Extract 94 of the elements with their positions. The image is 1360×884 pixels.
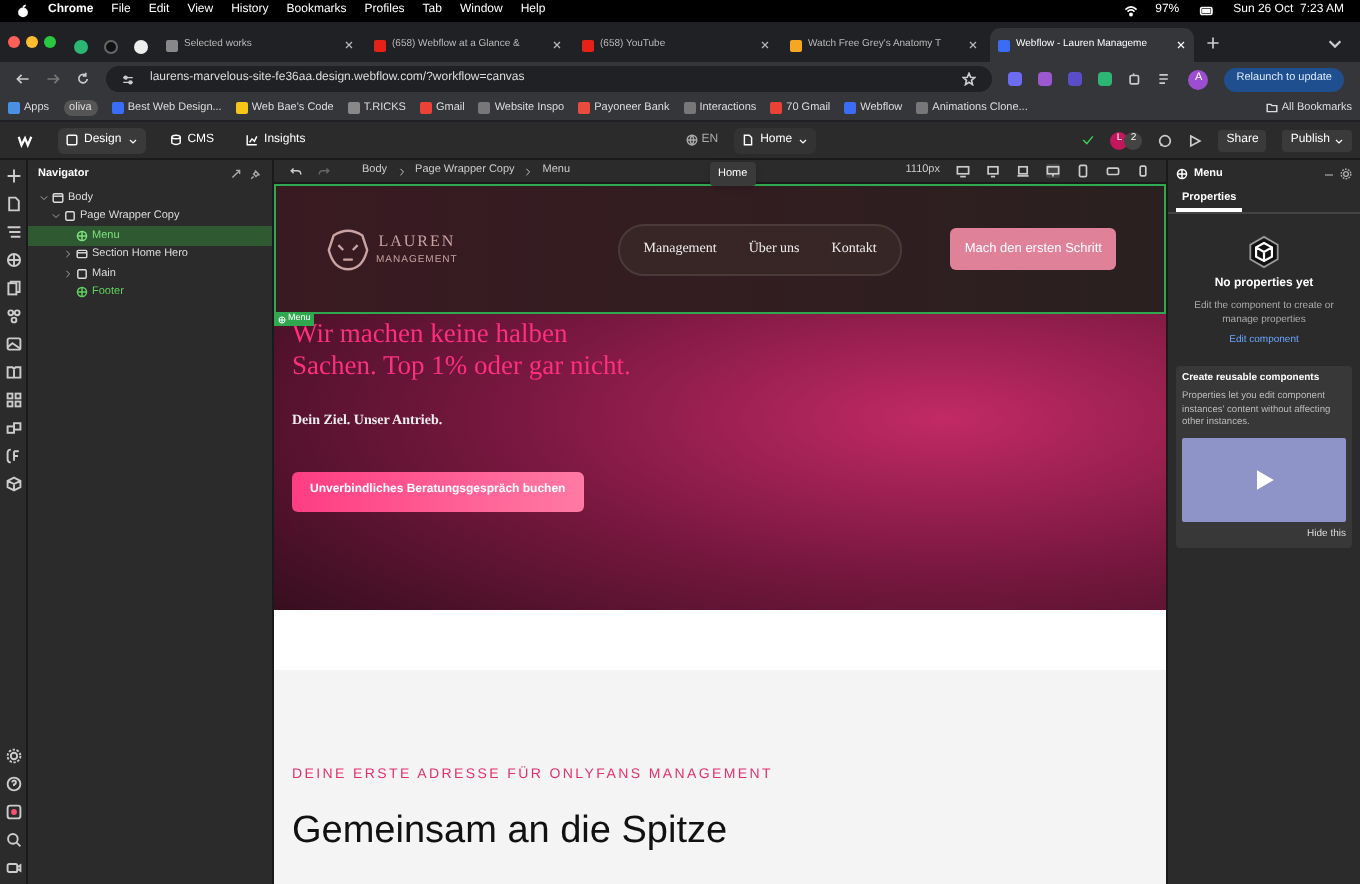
new-tab-icon[interactable] [1206, 35, 1220, 49]
desktop-large-icon[interactable] [956, 164, 970, 178]
image-icon[interactable] [5, 336, 21, 352]
tablet-icon[interactable] [1076, 164, 1090, 178]
box-icon[interactable] [5, 476, 21, 492]
caret-right-icon[interactable] [64, 269, 72, 278]
bookmark-favicon [347, 102, 360, 114]
chevron-down-icon [127, 135, 138, 145]
close-icon[interactable] [344, 40, 354, 50]
function-icon[interactable] [5, 448, 21, 464]
apple-logo-icon[interactable] [16, 4, 30, 18]
close-window-button[interactable] [8, 36, 20, 48]
site-favicon [166, 39, 178, 51]
element-box-icon [52, 191, 64, 204]
desktop-base-icon[interactable] [1046, 164, 1060, 178]
component-icon [76, 286, 88, 299]
video-icon[interactable] [5, 860, 21, 876]
grid-icon[interactable] [5, 392, 21, 408]
close-icon[interactable] [552, 40, 562, 50]
minus-icon[interactable] [1324, 169, 1334, 179]
chart-icon [246, 134, 259, 146]
pin-icon[interactable] [250, 168, 262, 180]
design-icon [66, 134, 78, 146]
bookmark-favicon [683, 102, 696, 114]
bookmark-favicon [8, 102, 20, 114]
site-favicon [998, 39, 1010, 51]
section-icon [76, 248, 88, 261]
site-favicon [582, 39, 594, 51]
star-icon[interactable] [962, 72, 977, 86]
cubes-icon[interactable] [5, 420, 21, 436]
variables-icon[interactable] [5, 280, 21, 296]
media-controls-icon[interactable] [1158, 72, 1173, 86]
element-box-icon [64, 210, 76, 223]
component-icon [1176, 168, 1188, 180]
site-favicon [790, 39, 802, 51]
preview-icon[interactable] [1188, 133, 1203, 147]
bookmark-favicon [844, 102, 857, 114]
bookmark-favicon [578, 102, 591, 114]
chevron-down-icon [798, 135, 809, 145]
bookmark-favicon [111, 102, 124, 114]
add-icon[interactable] [5, 168, 21, 184]
components-icon[interactable] [5, 252, 21, 268]
element-box-icon [76, 267, 88, 280]
site-favicon [134, 39, 148, 53]
bookmark-favicon [419, 102, 432, 114]
comment-icon[interactable] [1158, 133, 1173, 147]
chevron-down-icon [1334, 135, 1344, 145]
phone-landscape-icon[interactable] [1106, 164, 1120, 178]
book-icon[interactable] [5, 364, 21, 380]
folder-icon [1265, 102, 1278, 114]
undo-icon[interactable] [290, 165, 302, 177]
webflow-logo-icon[interactable] [16, 133, 34, 147]
section-title: Gemeinsam an die Spitze [292, 807, 730, 855]
record-icon[interactable] [5, 804, 21, 820]
site-favicon [374, 39, 386, 51]
site-settings-icon[interactable] [122, 73, 134, 85]
caret-right-icon[interactable] [64, 250, 72, 259]
logo-text: LAUREN [378, 229, 456, 254]
component-icon [278, 315, 286, 323]
database-icon [169, 134, 182, 146]
bookmark-favicon [916, 102, 929, 114]
bookmark-favicon [235, 102, 248, 114]
settings-icon[interactable] [1340, 168, 1352, 180]
bookmark-favicon [478, 102, 491, 114]
component-icon [76, 229, 88, 242]
wifi-icon[interactable] [1123, 4, 1138, 18]
page-icon [742, 134, 755, 146]
site-favicon [74, 39, 88, 53]
minimize-window-button[interactable] [26, 36, 38, 48]
collapse-icon[interactable] [230, 168, 242, 180]
laptop-icon[interactable] [1016, 164, 1030, 178]
back-icon[interactable] [16, 72, 30, 86]
close-icon[interactable] [968, 40, 978, 50]
zoom-window-button[interactable] [44, 36, 56, 48]
help-icon[interactable] [5, 776, 21, 792]
navigator-icon[interactable] [5, 224, 21, 240]
search-icon[interactable] [5, 832, 21, 848]
bookmark-favicon [770, 102, 783, 114]
cube-icon [1246, 234, 1282, 270]
close-icon[interactable] [760, 40, 770, 50]
check-icon [1082, 134, 1095, 146]
forward-icon[interactable] [46, 72, 60, 86]
site-favicon [104, 39, 118, 53]
style-icon[interactable] [5, 308, 21, 324]
extensions-icon[interactable] [1128, 72, 1143, 86]
redo-icon[interactable] [318, 165, 330, 177]
page-icon[interactable] [5, 196, 21, 212]
battery-icon[interactable] [1197, 4, 1216, 18]
desktop-icon[interactable] [986, 164, 1000, 178]
settings-icon[interactable] [5, 748, 21, 764]
reload-icon[interactable] [76, 72, 90, 86]
globe-icon [685, 134, 698, 146]
video-thumbnail[interactable] [1182, 437, 1346, 521]
phone-icon[interactable] [1136, 164, 1150, 178]
